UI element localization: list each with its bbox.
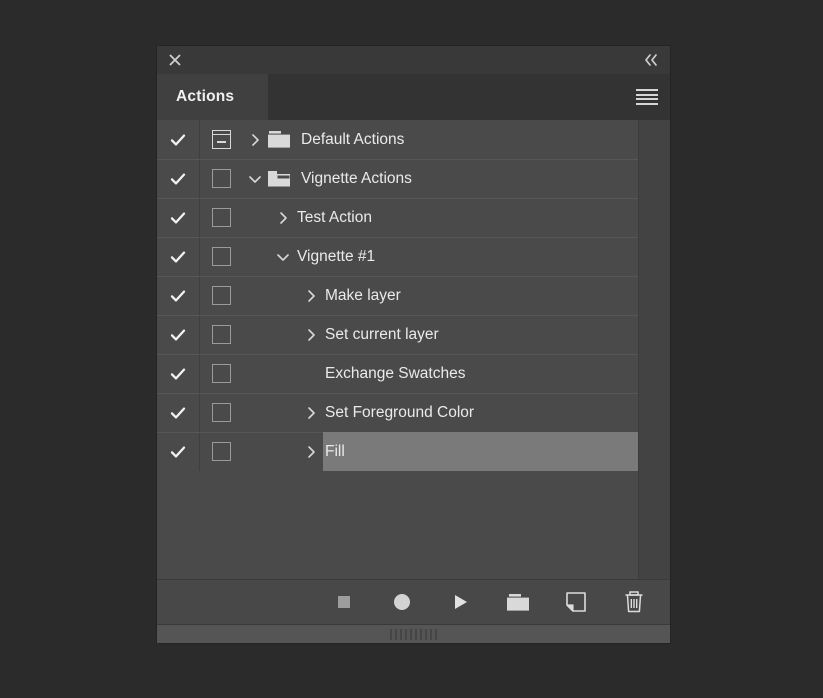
- chevron-right-icon[interactable]: [299, 327, 323, 343]
- table-row[interactable]: Vignette Actions: [157, 159, 639, 198]
- row-label: Vignette #1: [297, 248, 375, 266]
- chevron-right-icon[interactable]: [243, 132, 267, 148]
- play-button[interactable]: [447, 589, 473, 615]
- row-label: Make layer: [325, 287, 401, 305]
- double-chevron-left-icon[interactable]: [642, 51, 660, 69]
- row-label: Test Action: [297, 209, 372, 227]
- chevron-right-icon[interactable]: [271, 210, 295, 226]
- table-row[interactable]: Set Foreground Color: [157, 393, 639, 432]
- chevron-right-icon[interactable]: [299, 405, 323, 421]
- row-body: Make layer: [243, 276, 639, 315]
- chevron-right-icon[interactable]: [299, 288, 323, 304]
- row-body: Vignette #1: [243, 237, 639, 276]
- row-label: Fill: [325, 443, 345, 461]
- table-row[interactable]: Test Action: [157, 198, 639, 237]
- trash-icon: [623, 590, 645, 614]
- row-label: Vignette Actions: [301, 170, 412, 188]
- row-body: Set current layer: [243, 315, 639, 354]
- actions-list: Default Actions Vignette Actions Test Acti…: [157, 120, 670, 579]
- row-body: Set Foreground Color: [243, 393, 639, 432]
- actions-toolbar: [157, 579, 670, 624]
- chevron-down-icon[interactable]: [271, 249, 295, 265]
- table-row[interactable]: Default Actions: [157, 120, 639, 159]
- table-row[interactable]: Fill: [157, 432, 639, 471]
- vertical-scrollbar[interactable]: [638, 120, 670, 579]
- new-page-icon: [565, 591, 587, 613]
- row-label: Set current layer: [325, 326, 439, 344]
- stop-square-icon: [336, 594, 352, 610]
- new-set-button[interactable]: [505, 589, 531, 615]
- table-row[interactable]: Exchange Swatches: [157, 354, 639, 393]
- row-body: Default Actions: [243, 120, 639, 159]
- table-row[interactable]: Vignette #1: [157, 237, 639, 276]
- stop-button[interactable]: [331, 589, 357, 615]
- folder-open-icon: [267, 169, 293, 188]
- delete-button[interactable]: [621, 589, 647, 615]
- row-label: Exchange Swatches: [325, 365, 465, 383]
- resize-grip[interactable]: [157, 624, 670, 643]
- resize-grip-lines: [390, 629, 437, 640]
- row-body: Test Action: [243, 198, 639, 237]
- folder-icon: [506, 593, 530, 612]
- record-button[interactable]: [389, 589, 415, 615]
- record-circle-icon: [392, 592, 412, 612]
- table-row[interactable]: Make layer: [157, 276, 639, 315]
- row-body: Vignette Actions: [243, 159, 639, 198]
- row-label: Set Foreground Color: [325, 404, 474, 422]
- folder-closed-icon: [267, 130, 293, 149]
- dialog-toggle-icon: [212, 130, 231, 149]
- panel-tab-bar: Actions: [157, 74, 670, 120]
- tab-actions-label: Actions: [176, 88, 234, 106]
- row-body: Exchange Swatches: [243, 354, 639, 393]
- actions-panel: Actions Default Actions Vignette Actions T…: [157, 46, 670, 643]
- table-row[interactable]: Set current layer: [157, 315, 639, 354]
- close-icon[interactable]: [166, 51, 184, 69]
- chevron-down-icon[interactable]: [243, 171, 267, 187]
- tab-actions[interactable]: Actions: [157, 74, 268, 120]
- chevron-right-icon[interactable]: [299, 444, 323, 460]
- new-action-button[interactable]: [563, 589, 589, 615]
- hamburger-menu-icon[interactable]: [636, 89, 658, 105]
- panel-title-bar: [157, 46, 670, 74]
- actions-row-container: Default Actions Vignette Actions Test Acti…: [157, 120, 639, 471]
- play-triangle-icon: [450, 592, 470, 612]
- row-selection-highlight: [323, 432, 639, 471]
- row-body: Fill: [243, 432, 639, 471]
- row-label: Default Actions: [301, 131, 404, 149]
